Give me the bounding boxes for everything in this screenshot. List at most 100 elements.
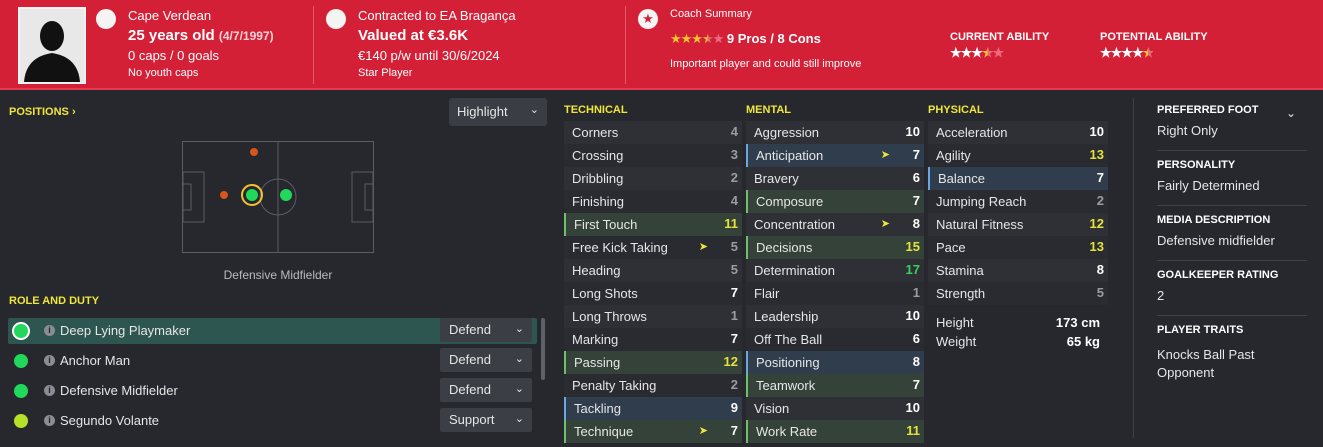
attribute-row[interactable]: Dribbling 2 [564,167,742,190]
attribute-value: 11 [906,423,920,438]
attribute-value: 2 [730,377,738,392]
duty-dropdown[interactable]: Defend ⌄ [440,378,532,402]
chevron-down-icon: ⌄ [514,323,524,335]
attribute-row[interactable]: Penalty Taking 2 [564,374,742,397]
chevron-down-icon[interactable]: ⌄ [1286,106,1296,120]
attribute-value: 7 [912,193,920,208]
attribute-row[interactable]: Free Kick Taking ➤ 5 [564,236,742,259]
attribute-value: 13 [1089,147,1104,162]
attribute-value: 7 [912,147,920,162]
attribute-value: 1 [730,308,738,323]
duty-dropdown[interactable]: Support ⌄ [440,408,532,432]
highlight-dropdown[interactable]: Highlight ⌄ [449,98,547,126]
attribute-row[interactable]: Pace 13 [928,236,1108,259]
attribute-value: 2 [730,170,738,185]
role-row[interactable]: i Defensive Midfielder Defend ⌄ [8,378,537,404]
potential-ability-stars-icon: ★★★★★ [1100,45,1154,60]
attribute-row[interactable]: Crossing 3 [564,144,742,167]
attribute-row[interactable]: Heading 5 [564,259,742,282]
attribute-name: Aggression [754,125,820,140]
attribute-name: Leadership [754,309,819,324]
positions-title[interactable]: POSITIONS › [9,106,76,118]
role-name: Anchor Man [60,353,131,368]
attribute-value: 10 [905,124,920,139]
attribute-row[interactable]: Long Throws 1 [564,305,742,328]
role-row[interactable]: i Segundo Volante Support ⌄ [8,408,537,434]
attribute-row[interactable]: Finishing 4 [564,190,742,213]
info-icon[interactable]: i [44,325,55,336]
info-icon[interactable]: i [44,385,55,396]
duty-dropdown[interactable]: Defend ⌄ [440,318,532,342]
attribute-row[interactable]: Decisions 15 [746,236,924,259]
flag-icon [96,9,116,29]
attribute-row[interactable]: Balance 7 [928,167,1108,190]
attribute-row[interactable]: Corners 4 [564,121,742,144]
chevron-down-icon: ⌄ [514,353,524,365]
attribute-row[interactable]: Stamina 8 [928,259,1108,282]
attribute-name: Composure [756,194,824,209]
attribute-row[interactable]: Tackling 9 [564,397,742,420]
attribute-value: 2 [1096,193,1104,208]
attribute-row[interactable]: Vision 10 [746,397,924,420]
attribute-row[interactable]: Technique ➤ 7 [564,420,742,443]
duty-dropdown[interactable]: Defend ⌄ [440,348,532,372]
coach-summary-block[interactable]: ★ Coach Summary ★★★★★ 9 Pros / 8 Cons Im… [638,0,938,90]
attribute-row[interactable]: Agility 13 [928,144,1108,167]
attribute-row[interactable]: Flair 1 [746,282,924,305]
attribute-row[interactable]: Natural Fitness 12 [928,213,1108,236]
role-suitability-icon [14,354,28,368]
attribute-row[interactable]: Leadership 10 [746,305,924,328]
weight-value: 65 kg [1066,334,1100,349]
info-divider [1157,150,1307,151]
attribute-row[interactable]: First Touch 11 [564,213,742,236]
attribute-value: 10 [1089,124,1104,139]
attribute-row[interactable]: Positioning 8 [746,351,924,374]
attribute-value: 13 [1089,239,1104,254]
attribute-name: Long Throws [572,309,647,324]
attribute-row[interactable]: Bravery 6 [746,167,924,190]
attribute-row[interactable]: Off The Ball 6 [746,328,924,351]
weight-label: Weight [936,334,977,349]
role-row[interactable]: i Deep Lying Playmaker Defend ⌄ [8,318,537,344]
attribute-row[interactable]: Acceleration 10 [928,121,1108,144]
attribute-row[interactable]: Marking 7 [564,328,742,351]
attribute-name: Determination [754,263,835,278]
role-scrollbar[interactable] [541,318,545,380]
attribute-row[interactable]: Jumping Reach 2 [928,190,1108,213]
attribute-row[interactable]: Strength 5 [928,282,1108,305]
attribute-row[interactable]: Composure 7 [746,190,924,213]
attribute-row[interactable]: Anticipation ➤ 7 [746,144,924,167]
info-icon[interactable]: i [44,415,55,426]
attribute-row[interactable]: Passing 12 [564,351,742,374]
attribute-name: Finishing [572,194,625,209]
attribute-value: 1 [912,285,920,300]
attribute-row[interactable]: Determination 17 [746,259,924,282]
attribute-row[interactable]: Teamwork 7 [746,374,924,397]
contract-block: Contracted to EA Bragança Valued at €3.6… [326,0,616,90]
attribute-row[interactable]: Long Shots 7 [564,282,742,305]
club-badge-icon [326,9,346,29]
role-suitability-icon [14,414,28,428]
attribute-name: Jumping Reach [936,194,1027,209]
goalkeeper-rating-value: 2 [1157,288,1165,303]
highlight-label: Highlight [457,104,508,119]
attribute-name: Stamina [936,263,984,278]
attribute-row[interactable]: Aggression 10 [746,121,924,144]
attribute-name: Positioning [756,355,820,370]
attribute-row[interactable]: Work Rate 11 [746,420,924,443]
info-icon[interactable]: i [44,355,55,366]
role-row[interactable]: i Anchor Man Defend ⌄ [8,348,537,374]
attribute-value: 4 [730,124,738,139]
attribute-name: First Touch [574,217,638,232]
attribute-name: Long Shots [572,286,638,301]
coach-stars-icon: ★★★★★ [670,31,724,46]
trend-arrow-icon: ➤ [698,425,708,437]
attribute-name: Crossing [572,148,624,163]
star-badge-icon: ★ [638,9,658,29]
attribute-name: Decisions [756,240,813,255]
player-header: Cape Verdean 25 years old (4/7/1997) 0 c… [0,0,1323,90]
attribute-value: 17 [905,262,920,277]
role-suitability-icon [14,384,28,398]
preferred-foot-label: PREFERRED FOOT [1157,104,1259,116]
attribute-row[interactable]: Concentration ➤ 8 [746,213,924,236]
